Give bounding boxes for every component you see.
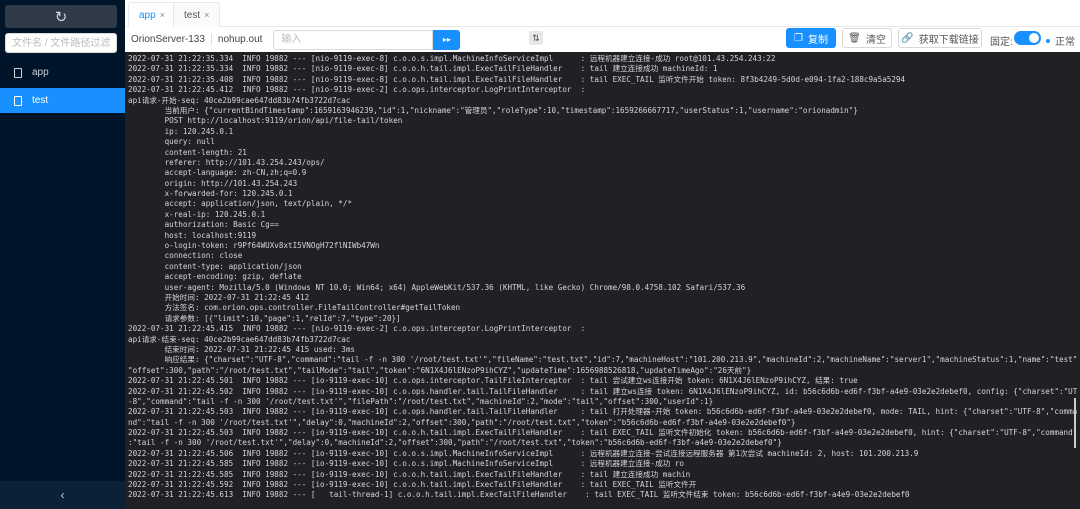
log-line: 方法签名: com.orion.ops.controller.FileTailC… <box>128 303 1077 313</box>
log-line: -8","command":"tail -f -n 300 '/root/tes… <box>128 397 1077 407</box>
status-dot-icon <box>1046 39 1050 43</box>
log-line: referer: http://101.43.254.243/ops/ <box>128 158 1077 168</box>
log-line: ip: 120.245.0.1 <box>128 127 1077 137</box>
file-name: nohup.out <box>212 34 269 45</box>
log-line: user-agent: Mozilla/5.0 (Windows NT 10.0… <box>128 283 1077 293</box>
clear-button[interactable]: 🗑 清空 <box>842 28 892 48</box>
download-link-button[interactable]: 🔗 获取下载链接 <box>898 28 982 48</box>
log-output[interactable]: 2022-07-31 21:22:35.334 INFO 19882 --- [… <box>125 52 1080 509</box>
file-icon <box>14 68 22 78</box>
log-line: POST http://localhost:9119/orion/api/fil… <box>128 116 1077 126</box>
log-line: 当前用户: {"currentBindTimestamp":1659163946… <box>128 106 1077 116</box>
fixed-label: 固定: <box>990 33 1013 48</box>
link-icon: 🔗 <box>901 33 913 44</box>
download-label: 获取下载链接 <box>919 31 979 46</box>
log-line: 开始时间: 2022-07-31 21:22:45 412 <box>128 293 1077 303</box>
toolbar: OrionServer-133 nohup.out ⇅ ▸▸ ❐ 复制 🗑 清空 🔗… <box>125 27 1080 52</box>
sidebar-item-test[interactable]: test <box>0 88 125 113</box>
tab-test[interactable]: test × <box>173 2 220 27</box>
copy-icon: ❐ <box>794 33 803 44</box>
log-line: accept-encoding: gzip, deflate <box>128 272 1077 282</box>
log-line: 2022-07-31 21:22:45.506 INFO 19882 --- [… <box>128 449 1077 459</box>
trash-icon: 🗑 <box>848 33 861 44</box>
log-line: 结束时间: 2022-07-31 21:22:45 415 used: 3ms <box>128 345 1077 355</box>
copy-button[interactable]: ❐ 复制 <box>786 28 836 48</box>
log-line: 2022-07-31 21:22:45.592 INFO 19882 --- [… <box>128 480 1077 490</box>
log-line: 2022-07-31 21:22:45.503 INFO 19882 --- [… <box>128 407 1077 417</box>
clear-label: 清空 <box>866 31 886 46</box>
log-line: query: null <box>128 137 1077 147</box>
tab-app[interactable]: app × <box>128 2 176 27</box>
sidebar-item-app[interactable]: app <box>0 60 125 85</box>
send-command-button[interactable]: ▸▸ <box>433 30 460 50</box>
tab-label: test <box>184 10 200 21</box>
refresh-button[interactable]: ↻ <box>5 5 117 28</box>
send-icon: ▸▸ <box>443 35 451 44</box>
collapse-sidebar-button[interactable]: ‹ <box>0 481 125 509</box>
log-line: api请求-结束-seq: 40ce2b99cae647dd83b74fb372… <box>128 335 1077 345</box>
sort-order-icon[interactable]: ⇅ <box>529 31 543 45</box>
fixed-toggle[interactable] <box>1014 31 1041 45</box>
log-line: accept-language: zh-CN,zh;q=0.9 <box>128 168 1077 178</box>
log-line: content-length: 21 <box>128 148 1077 158</box>
log-line: nd":"tail -f -n 300 '/root/test.txt'","d… <box>128 418 1077 428</box>
sidebar: ↻ app test ‹ <box>0 0 125 509</box>
log-line: 2022-07-31 21:22:45.501 INFO 19882 --- [… <box>128 376 1077 386</box>
tab-label: app <box>139 10 156 21</box>
log-line: x-real-ip: 120.245.0.1 <box>128 210 1077 220</box>
log-line: accept: application/json, text/plain, */… <box>128 199 1077 209</box>
copy-label: 复制 <box>808 31 828 46</box>
server-name: OrionServer-133 <box>125 34 211 45</box>
log-line: 2022-07-31 21:22:35.334 INFO 19882 --- [… <box>128 54 1077 64</box>
close-icon[interactable]: × <box>160 10 165 20</box>
log-line: 2022-07-31 21:22:45.502 INFO 19882 --- [… <box>128 387 1077 397</box>
tab-bar: app × test × <box>125 0 1080 27</box>
command-input[interactable] <box>273 30 433 50</box>
log-line: 2022-07-31 21:22:45.503 INFO 19882 --- [… <box>128 428 1077 438</box>
log-scrollbar[interactable] <box>1074 398 1076 448</box>
log-line: 2022-07-31 21:22:45.412 INFO 19882 --- [… <box>128 85 1077 95</box>
sidebar-item-label: test <box>32 95 48 106</box>
log-line: o-login-token: r9Pf64WUXv8xtI5VNOgH72flN… <box>128 241 1077 251</box>
sidebar-item-label: app <box>32 67 49 78</box>
log-line: authorization: Basic Cg== <box>128 220 1077 230</box>
log-line: 2022-07-31 21:22:45.585 INFO 19882 --- [… <box>128 459 1077 469</box>
log-line: :"tail -f -n 300 '/root/test.txt'","dela… <box>128 438 1077 448</box>
log-line: x-forwarded-for: 120.245.0.1 <box>128 189 1077 199</box>
log-line: 2022-07-31 21:22:35.408 INFO 19882 --- [… <box>128 75 1077 85</box>
log-line: connection: close <box>128 251 1077 261</box>
log-line: "offset":300,"path":"/root/test.txt","ta… <box>128 366 1077 376</box>
log-line: content-type: application/json <box>128 262 1077 272</box>
file-filter-input[interactable] <box>5 33 117 53</box>
log-line: 2022-07-31 21:22:45.585 INFO 19882 --- [… <box>128 470 1077 480</box>
log-line: api请求-开始-seq: 40ce2b99cae647dd83b74fb372… <box>128 96 1077 106</box>
log-line: host: localhost:9119 <box>128 231 1077 241</box>
log-line: 2022-07-31 21:22:45.613 INFO 19882 --- [… <box>128 490 1077 500</box>
chevron-left-icon: ‹ <box>61 488 65 502</box>
close-icon[interactable]: × <box>204 10 209 20</box>
status-badge: 正常 <box>1046 33 1075 48</box>
refresh-icon: ↻ <box>55 8 68 26</box>
file-icon <box>14 96 22 106</box>
log-line: 2022-07-31 21:22:45.415 INFO 19882 --- [… <box>128 324 1077 334</box>
log-line: 2022-07-31 21:22:35.334 INFO 19882 --- [… <box>128 64 1077 74</box>
log-line: 请求参数: [{"limit":10,"page":1,"relId":7,"t… <box>128 314 1077 324</box>
log-line: origin: http://101.43.254.243 <box>128 179 1077 189</box>
log-line: 响应结果: {"charset":"UTF-8","command":"tail… <box>128 355 1077 365</box>
status-label: 正常 <box>1055 33 1075 48</box>
